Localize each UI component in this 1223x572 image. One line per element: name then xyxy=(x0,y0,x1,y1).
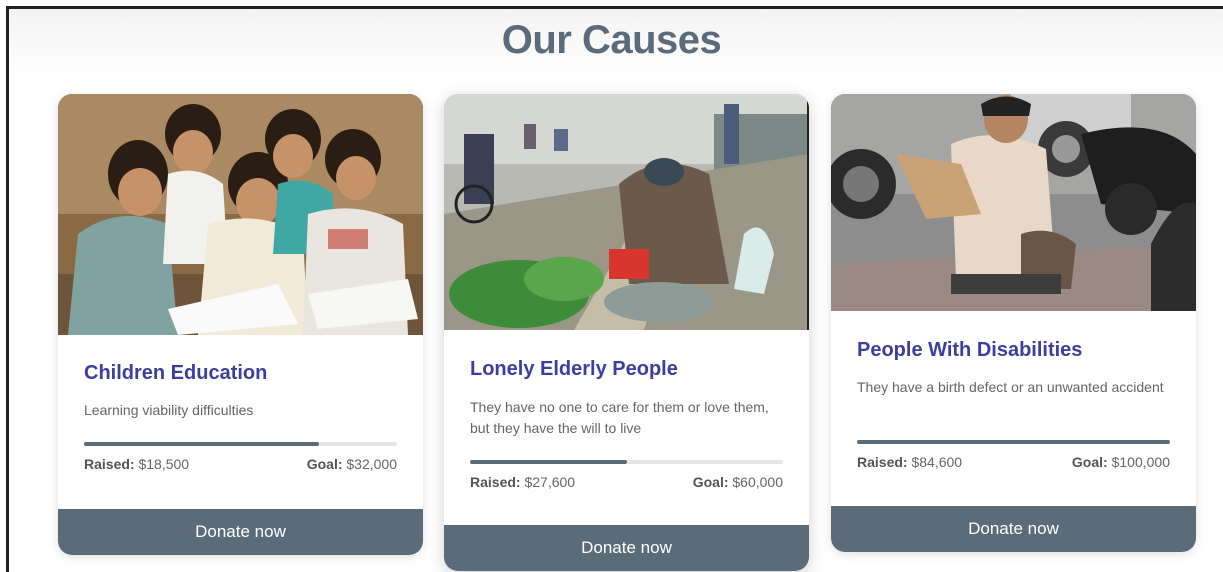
raised-value: $84,600 xyxy=(911,454,963,470)
cause-card-children-education: Children Education Learning viability di… xyxy=(58,94,423,555)
progress-fill xyxy=(470,460,627,464)
progress-fill xyxy=(857,440,1170,444)
cause-title: Lonely Elderly People xyxy=(470,358,678,380)
cause-card-people-with-disabilities: People With Disabilities They have a bir… xyxy=(831,94,1196,552)
funding-stats: Raised: $84,600 Goal: $100,000 xyxy=(857,454,1170,470)
raised-amount: Raised: $84,600 xyxy=(857,454,962,470)
cause-description: They have no one to care for them or lov… xyxy=(470,399,769,436)
goal-label: Goal: xyxy=(692,474,729,490)
raised-label: Raised: xyxy=(857,454,908,470)
goal-label: Goal: xyxy=(1071,454,1108,470)
page-title: Our Causes xyxy=(501,18,722,62)
raised-label: Raised: xyxy=(470,474,521,490)
donate-button[interactable]: Donate now xyxy=(58,509,423,555)
progress-bar xyxy=(857,440,1170,444)
goal-label: Goal: xyxy=(306,456,343,472)
raised-amount: Raised: $27,600 xyxy=(470,474,575,490)
progress-bar xyxy=(84,442,397,446)
raised-amount: Raised: $18,500 xyxy=(84,456,189,472)
cause-description: They have a birth defect or an unwanted … xyxy=(857,379,1164,395)
disabled-woman-street-photo xyxy=(831,94,1196,311)
raised-value: $27,600 xyxy=(524,474,576,490)
progress-bar xyxy=(470,460,783,464)
raised-label: Raised: xyxy=(84,456,135,472)
elderly-street-vendor-photo xyxy=(444,94,809,330)
cause-card-lonely-elderly-people: Lonely Elderly People They have no one t… xyxy=(444,94,809,571)
children-reading-photo xyxy=(58,94,423,335)
cause-title: People With Disabilities xyxy=(857,339,1083,361)
goal-value: $100,000 xyxy=(1111,454,1170,470)
cause-description: Learning viability difficulties xyxy=(84,402,254,418)
progress-fill xyxy=(84,442,319,446)
funding-stats: Raised: $27,600 Goal: $60,000 xyxy=(470,474,783,490)
raised-value: $18,500 xyxy=(138,456,190,472)
goal-amount: Goal: $60,000 xyxy=(693,474,783,490)
donate-button[interactable]: Donate now xyxy=(831,506,1196,552)
goal-amount: Goal: $100,000 xyxy=(1072,454,1170,470)
funding-stats: Raised: $18,500 Goal: $32,000 xyxy=(84,456,397,472)
donate-button[interactable]: Donate now xyxy=(444,525,809,571)
goal-amount: Goal: $32,000 xyxy=(307,456,397,472)
goal-value: $32,000 xyxy=(346,456,397,472)
cause-title: Children Education xyxy=(84,362,268,384)
goal-value: $60,000 xyxy=(732,474,783,490)
